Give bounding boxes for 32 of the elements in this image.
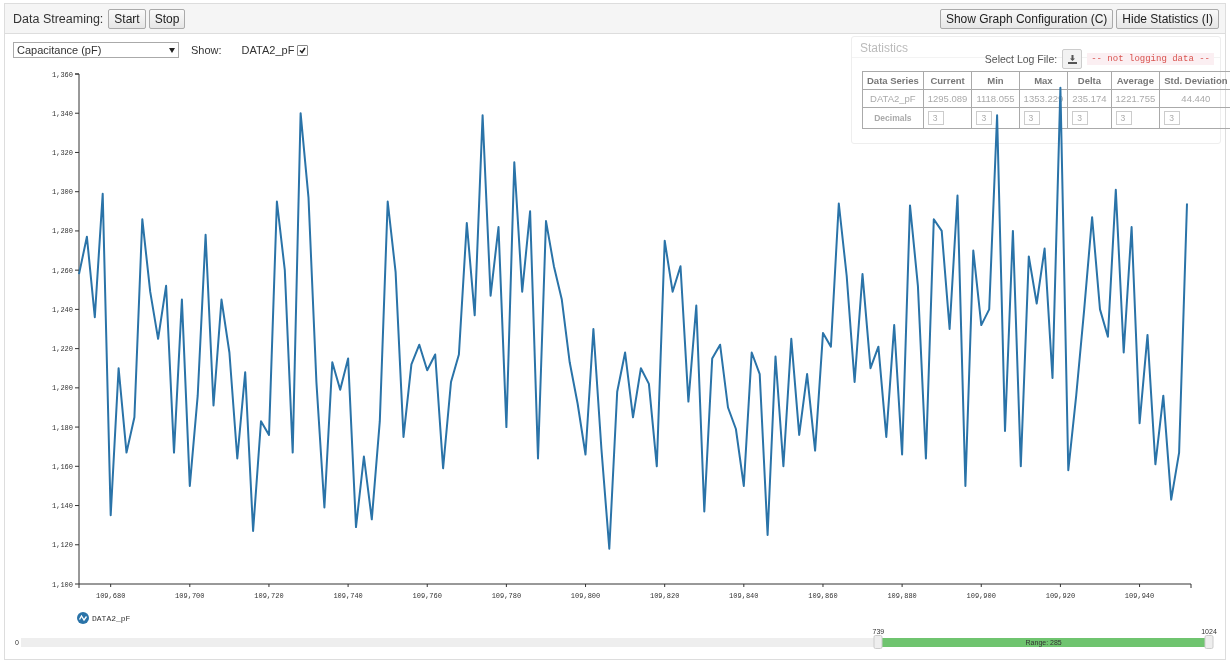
wave-icon [77,612,89,624]
column-header: Delta [1067,71,1112,90]
column-header: Average [1111,71,1160,90]
stat-cell: 1118.055 [971,89,1020,108]
column-header: Data Series [862,71,924,90]
measurement-select[interactable]: Capacitance (pF) [13,42,179,58]
stat-cell: 235.174 [1067,89,1112,108]
column-header: Current [923,71,972,90]
series-checkbox[interactable] [297,44,309,56]
range-handle[interactable] [873,635,883,649]
stream-button[interactable]: Stop [148,9,186,29]
toolbar-button[interactable]: Show Graph Configuration (C) [939,9,1114,29]
range-handle[interactable] [1204,635,1214,649]
log-file-label: Select Log File: [984,53,1058,65]
series-label: DATA2_pF [241,44,295,56]
stat-cell: DATA2_pF [862,89,924,108]
download-button[interactable] [1062,49,1083,69]
streaming-label: Data Streaming: [13,12,104,26]
column-header: Std. Deviation [1159,71,1230,90]
statistics-title: Statistics [860,41,908,57]
column-header: Min [971,71,1020,90]
toolbar-button[interactable]: Hide Statistics (I) [1116,9,1219,29]
legend-label[interactable]: DATA2_pF [92,613,131,623]
stat-cell: 1221.755 [1111,89,1160,108]
decimals-label: Decimals [862,107,924,129]
column-header: Max [1019,71,1068,90]
download-icon [1067,54,1077,64]
show-label: Show: [191,44,222,56]
log-status: -- not logging data -- [1087,53,1214,65]
stream-button[interactable]: Start [108,9,146,29]
caret-icon [169,47,175,53]
stat-cell: 1295.089 [923,89,972,108]
